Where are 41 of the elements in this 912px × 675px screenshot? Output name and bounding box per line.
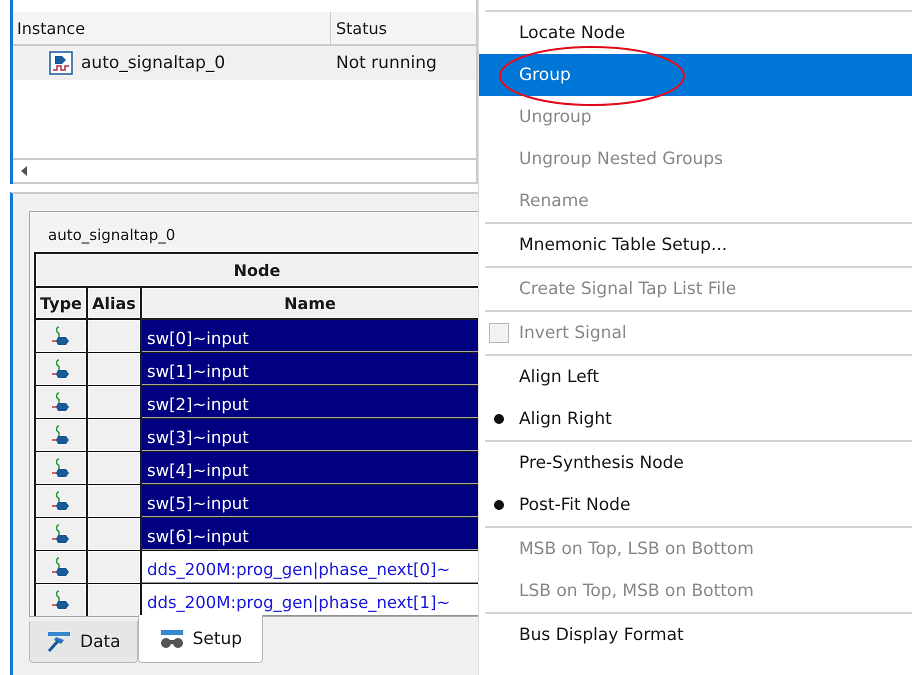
horizontal-scrollbar[interactable] — [13, 158, 476, 184]
input-pin-icon — [50, 589, 72, 611]
node-name-cell[interactable]: dds_200M:prog_gen|phase_next[0]~ — [142, 551, 478, 583]
menu-item[interactable]: Align Right — [479, 398, 912, 440]
input-pin-icon — [50, 325, 72, 347]
menu-item[interactable]: Bus Display Format — [479, 614, 912, 656]
menu-item[interactable]: Align Left — [479, 356, 912, 398]
menu-item[interactable]: Pre-Synthesis Node — [479, 442, 912, 484]
input-pin-icon — [50, 523, 72, 545]
input-pin-icon — [50, 424, 72, 446]
input-pin-icon — [50, 391, 72, 413]
node-name-cell[interactable]: dds_200M:prog_gen|phase_next[1]~ — [142, 584, 478, 616]
instance-name[interactable]: auto_signaltap_0 — [81, 53, 226, 73]
node-name-cell[interactable]: sw[6]~input — [142, 518, 478, 550]
node-name-cell[interactable]: sw[1]~input — [142, 353, 478, 385]
hammer-icon — [46, 630, 72, 652]
column-header[interactable]: Status — [331, 12, 476, 44]
menu-item[interactable]: Post-Fit Node — [479, 484, 912, 526]
instance-title: auto_signaltap_0 — [47, 225, 176, 246]
input-pin-icon — [50, 556, 72, 578]
menu-item[interactable]: Locate Node — [479, 12, 912, 54]
node-name-cell[interactable]: sw[4]~input — [142, 452, 478, 484]
scroll-left-icon[interactable] — [21, 166, 27, 176]
input-pin-icon — [50, 457, 72, 479]
menu-item[interactable]: Mnemonic Table Setup... — [479, 224, 912, 266]
instance-status: Not running — [336, 53, 437, 73]
input-pin-icon — [50, 490, 72, 512]
node-name-cell[interactable]: sw[0]~input — [142, 320, 478, 352]
instance-icon — [49, 51, 73, 75]
binoculars-icon — [158, 628, 185, 648]
column-header[interactable]: Type — [36, 288, 88, 320]
tab[interactable]: Data — [29, 621, 138, 663]
node-name-cell[interactable]: sw[2]~input — [142, 386, 478, 418]
menu-item[interactable]: Group — [479, 54, 912, 96]
group-header: Node — [36, 254, 478, 288]
input-pin-icon — [50, 358, 72, 380]
column-header[interactable]: Alias — [88, 288, 142, 320]
node-name-cell[interactable]: sw[3]~input — [142, 419, 478, 451]
column-header[interactable]: Instance — [13, 12, 331, 44]
node-name-cell[interactable]: sw[5]~input — [142, 485, 478, 517]
tab[interactable]: Setup — [138, 615, 264, 663]
